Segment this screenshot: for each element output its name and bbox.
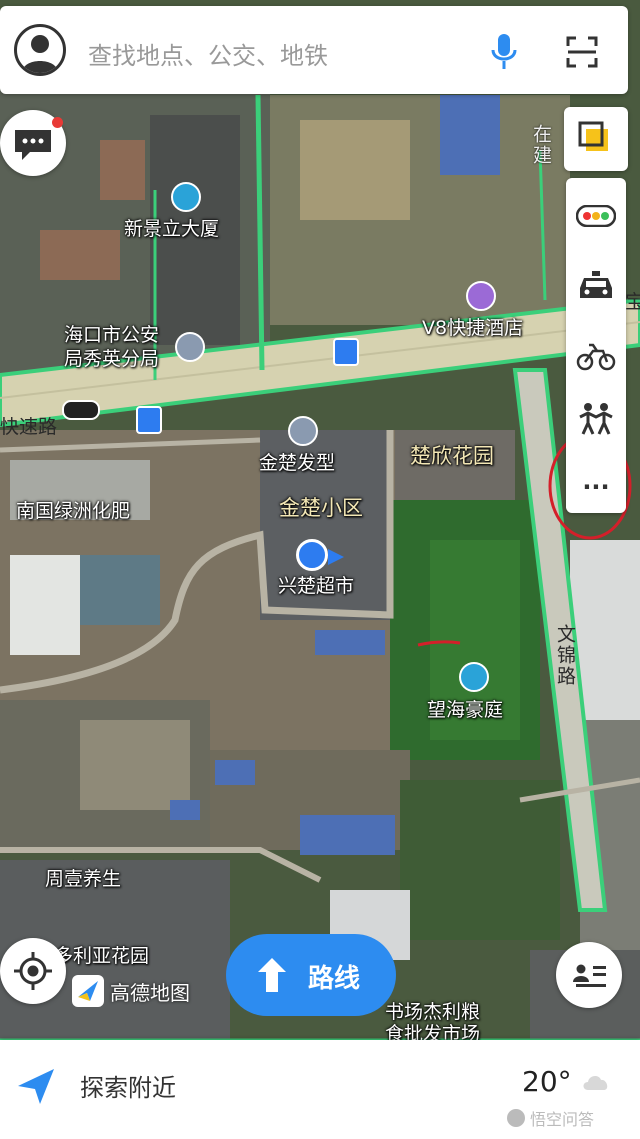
bicycle-icon	[576, 343, 616, 371]
police-icon[interactable]	[175, 332, 205, 362]
route-button[interactable]: 路线	[226, 934, 396, 1016]
current-location-icon[interactable]	[296, 539, 328, 571]
cloud-icon	[583, 1076, 608, 1090]
search-placeholder[interactable]: 查找地点、公交、地铁	[88, 36, 328, 71]
list-card-icon	[573, 964, 606, 987]
poi-label[interactable]: 新景立大厦	[124, 214, 219, 241]
poi-label[interactable]: 望海豪庭	[427, 695, 503, 722]
list-button[interactable]	[556, 942, 622, 1008]
taxi-icon	[580, 271, 612, 298]
scan-icon[interactable]	[566, 36, 598, 72]
search-bar[interactable]: 查找地点、公交、地铁	[0, 6, 628, 94]
poi-label[interactable]: 局秀英分局	[64, 344, 159, 371]
route-label: 路线	[308, 964, 361, 994]
building-icon[interactable]	[171, 182, 201, 212]
salon-icon[interactable]	[288, 416, 318, 446]
more-button[interactable]: ...	[566, 456, 626, 516]
watermark-text: 悟空问答	[530, 1110, 595, 1129]
microphone-icon[interactable]	[490, 34, 518, 74]
poi-label[interactable]: 多利亚花园	[54, 941, 149, 968]
traffic-light-icon	[576, 205, 616, 227]
notification-dot	[52, 117, 63, 128]
poi-label[interactable]: 楚欣花园	[410, 440, 494, 470]
locate-target-icon	[14, 952, 52, 990]
bus-stop-icon[interactable]	[136, 406, 162, 434]
bus-stop-icon[interactable]	[333, 338, 359, 366]
navigation-arrow-icon	[18, 1069, 54, 1104]
layers-icon	[578, 121, 608, 151]
building-icon[interactable]	[459, 662, 489, 692]
bike-button[interactable]	[566, 326, 626, 386]
poi-label[interactable]: 金楚小区	[279, 492, 363, 522]
poi-label[interactable]: 海口市公安	[64, 320, 159, 347]
user-avatar-icon[interactable]	[14, 24, 66, 76]
direction-arrow-icon	[328, 549, 344, 565]
walking-people-icon	[579, 403, 613, 435]
explore-nearby-label[interactable]: 探索附近	[80, 1068, 176, 1103]
amap-logo-icon	[72, 975, 104, 1007]
bottom-explore-bar[interactable]: 探索附近 20° 悟空问答	[0, 1040, 640, 1139]
messages-button[interactable]	[0, 110, 66, 176]
hotel-icon[interactable]	[466, 281, 496, 311]
taxi-button[interactable]	[566, 256, 626, 316]
route-arrow-icon	[258, 958, 286, 992]
amap-logo-text: 高德地图	[110, 980, 190, 1005]
more-dots-icon: ...	[582, 467, 610, 495]
poi-label[interactable]: V8快捷酒店	[422, 313, 523, 340]
watermark: 悟空问答	[506, 1106, 594, 1130]
poi-label[interactable]: 金楚发型	[259, 448, 335, 475]
amap-logo: 高德地图	[72, 975, 190, 1007]
traffic-button[interactable]	[566, 186, 626, 246]
road-label: 快速路	[0, 416, 58, 438]
walk-button[interactable]	[566, 388, 626, 448]
watermark-logo-icon	[507, 1109, 525, 1127]
temperature: 20°	[522, 1065, 572, 1098]
road-label: 宝	[625, 291, 640, 313]
poi-label[interactable]: 周壹养生	[45, 864, 121, 891]
road-label: 在建	[530, 124, 552, 166]
layers-button[interactable]	[564, 107, 628, 171]
road-label: 文锦路	[554, 624, 576, 687]
traffic-light-marker-icon[interactable]	[62, 400, 100, 420]
poi-label[interactable]: 南国绿洲化肥	[16, 496, 130, 523]
side-tool-panel: ...	[566, 178, 626, 513]
poi-label[interactable]: 兴楚超市	[278, 571, 354, 598]
locate-button[interactable]	[0, 938, 66, 1004]
